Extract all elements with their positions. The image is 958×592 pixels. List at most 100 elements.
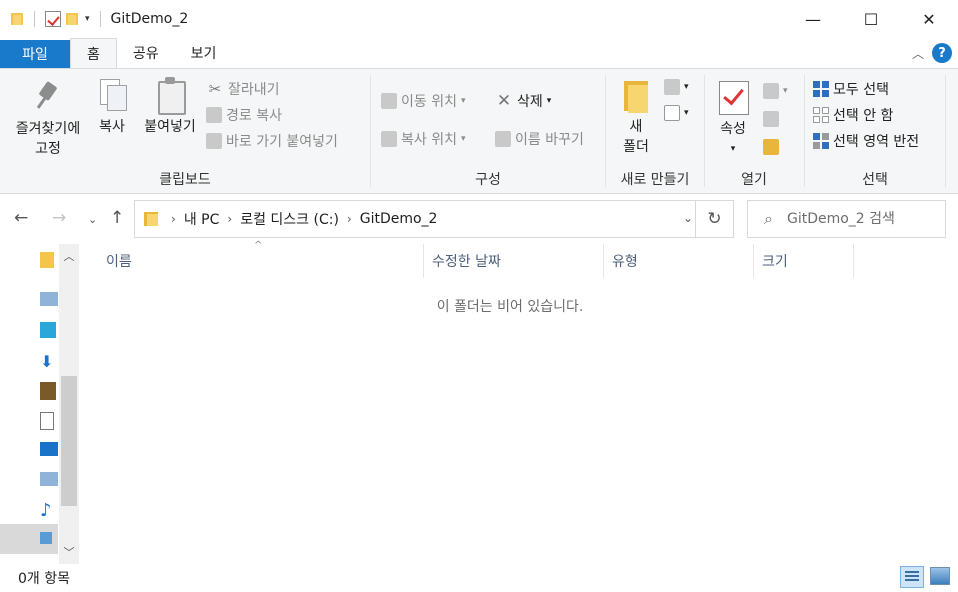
search-box[interactable]: ⌕ <box>747 200 946 238</box>
easy-access-button[interactable]: ▾ <box>664 105 689 121</box>
properties-label: 속성 <box>720 121 746 137</box>
pin-icon <box>32 81 64 113</box>
breadcrumb-local-disk[interactable]: 로컬 디스크 (C:) <box>240 209 339 229</box>
paste-label: 붙여넣기 <box>144 119 196 135</box>
properties-button[interactable]: 속성 ▾ <box>713 79 753 159</box>
column-header-size[interactable]: 크기 <box>754 244 854 278</box>
new-folder-icon <box>622 77 650 113</box>
chevron-down-icon[interactable]: ⌄ <box>683 211 693 225</box>
status-bar: 0개 항목 <box>0 564 958 592</box>
3d-objects-icon[interactable] <box>40 322 56 338</box>
select-none-button[interactable]: 선택 안 함 <box>813 105 893 125</box>
pin-label-line1: 즐겨찾기에 <box>15 121 81 137</box>
open-button[interactable]: ▾ <box>763 83 788 99</box>
pin-label-line2: 고정 <box>35 141 61 157</box>
paste-shortcut-icon <box>206 133 222 149</box>
tab-home[interactable]: 홈 <box>70 38 117 69</box>
paste-shortcut-label: 바로 가기 붙여넣기 <box>226 134 338 150</box>
breadcrumb-separator-icon[interactable]: › <box>347 212 352 226</box>
properties-icon[interactable] <box>45 11 61 27</box>
edit-icon <box>763 111 779 127</box>
up-arrow-icon[interactable]: ↑ <box>110 208 124 228</box>
music-icon[interactable]: ♪ <box>40 500 58 521</box>
tab-share[interactable]: 공유 <box>117 38 175 68</box>
large-icons-view-icon[interactable] <box>930 567 950 585</box>
copy-path-icon <box>206 107 222 123</box>
rename-button[interactable]: 이름 바꾸기 <box>495 129 584 149</box>
delete-label: 삭제 <box>517 94 543 110</box>
customize-toolbar-icon[interactable]: ▾ <box>85 14 90 24</box>
quick-access-folder-icon[interactable] <box>40 252 54 268</box>
breadcrumb-current-folder[interactable]: GitDemo_2 <box>360 211 438 227</box>
empty-folder-message: 이 폴더는 비어 있습니다. <box>436 299 584 315</box>
documents-icon[interactable] <box>40 412 54 430</box>
paste-button[interactable]: 붙여넣기 <box>138 77 202 137</box>
chevron-down-icon: ▾ <box>546 96 552 106</box>
search-input[interactable] <box>786 211 927 227</box>
history-button[interactable] <box>763 139 779 155</box>
chevron-down-icon: ▾ <box>684 82 689 92</box>
new-item-button[interactable]: ▾ <box>664 79 689 95</box>
address-bar[interactable]: › 내 PC › 로컬 디스크 (C:) › GitDemo_2 ⌄ ↻ <box>134 200 734 238</box>
local-disk-icon[interactable] <box>40 532 52 544</box>
tab-view[interactable]: 보기 <box>175 38 233 68</box>
downloads-icon[interactable]: ⬇ <box>40 352 58 371</box>
collapse-ribbon-icon[interactable]: ︿ <box>912 45 924 62</box>
chevron-down-icon: ▾ <box>460 96 466 106</box>
scroll-up-icon[interactable]: ︿ <box>59 246 79 266</box>
paste-shortcut-button[interactable]: 바로 가기 붙여넣기 <box>206 131 338 151</box>
select-group-label: 선택 <box>862 172 888 188</box>
copy-path-button[interactable]: 경로 복사 <box>206 105 282 125</box>
recent-locations-icon[interactable]: ⌄ <box>88 213 97 226</box>
tab-file[interactable]: 파일 <box>0 40 70 68</box>
select-all-button[interactable]: 모두 선택 <box>813 79 889 99</box>
column-header-name[interactable]: 이름 <box>98 244 424 278</box>
column-header-type[interactable]: 유형 <box>604 244 754 278</box>
minimize-button[interactable]: — <box>784 0 842 38</box>
rename-label: 이름 바꾸기 <box>515 132 584 148</box>
desktop-icon[interactable] <box>40 442 58 456</box>
title-bar: ▾ GitDemo_2 — ☐ ✕ <box>0 0 958 38</box>
back-arrow-icon[interactable]: ← <box>14 208 28 228</box>
scroll-down-icon[interactable]: ﹀ <box>59 542 79 562</box>
breadcrumb-separator-icon[interactable]: › <box>227 212 232 226</box>
maximize-button[interactable]: ☐ <box>842 0 900 38</box>
nav-scrollbar[interactable]: ︿ ﹀ <box>59 244 79 564</box>
organize-group: 이동 위치 ▾ 복사 위치 ▾ ✕ 삭제 ▾ 이름 바꾸기 구성 <box>371 73 605 191</box>
folder-icon <box>143 210 161 228</box>
close-button[interactable]: ✕ <box>900 0 958 38</box>
ribbon-tabs: 파일 홈 공유 보기 ︿ ? <box>0 38 958 69</box>
this-pc-icon[interactable] <box>40 292 58 306</box>
scissors-icon: ✂ <box>208 80 222 98</box>
search-icon: ⌕ <box>764 209 773 228</box>
details-view-icon[interactable] <box>900 566 924 588</box>
help-icon[interactable]: ? <box>932 43 952 63</box>
pin-to-quick-access-button[interactable]: 즐겨찾기에 고정 <box>8 81 88 159</box>
new-folder-icon[interactable] <box>65 11 79 27</box>
history-icon <box>763 139 779 155</box>
copy-to-button[interactable]: 복사 위치 ▾ <box>381 129 466 149</box>
scroll-thumb[interactable] <box>61 376 77 506</box>
select-none-label: 선택 안 함 <box>833 108 894 124</box>
breadcrumb-separator-icon[interactable]: › <box>171 212 176 226</box>
clipboard-group-label: 클립보드 <box>159 172 211 188</box>
forward-arrow-icon[interactable]: → <box>52 208 66 228</box>
invert-selection-button[interactable]: 선택 영역 반전 <box>813 131 919 151</box>
copy-label: 복사 <box>99 119 125 135</box>
new-folder-button[interactable]: 새 폴더 <box>616 77 656 157</box>
chevron-down-icon: ▾ <box>460 134 466 144</box>
cut-button[interactable]: ✂ 잘라내기 <box>206 79 280 99</box>
edit-button[interactable] <box>763 111 779 127</box>
move-to-button[interactable]: 이동 위치 ▾ <box>381 91 466 111</box>
breadcrumb-this-pc[interactable]: 내 PC <box>184 209 220 229</box>
copy-button[interactable]: 복사 <box>92 77 132 137</box>
column-header-date[interactable]: 수정한 날짜 <box>424 244 604 278</box>
delete-button[interactable]: ✕ 삭제 ▾ <box>495 91 551 111</box>
divider <box>34 11 35 27</box>
refresh-icon[interactable]: ↻ <box>695 201 733 237</box>
paste-icon <box>154 77 186 115</box>
organize-group-label: 구성 <box>475 172 501 188</box>
videos-icon[interactable] <box>40 382 56 400</box>
cut-label: 잘라내기 <box>228 82 280 98</box>
pictures-icon[interactable] <box>40 472 58 486</box>
